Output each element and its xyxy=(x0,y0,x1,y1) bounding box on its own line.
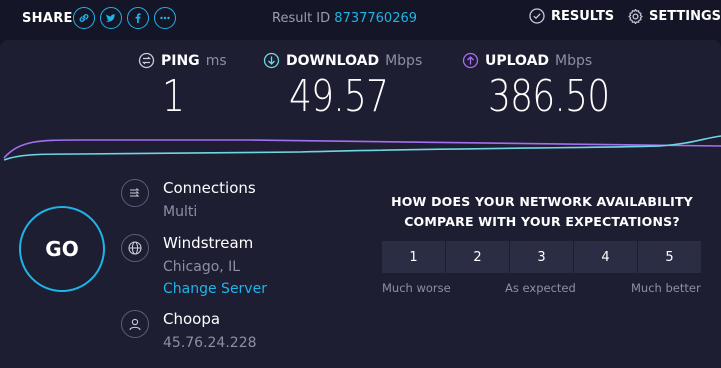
speedtest-panel: PING ms 1 DOWNLOAD Mbps 49.57 UPLOAD Mbp… xyxy=(0,40,721,368)
result-id-link[interactable]: 8737760269 xyxy=(334,11,417,26)
settings-button[interactable]: SETTINGS xyxy=(627,8,721,25)
go-button[interactable]: GO xyxy=(19,206,105,292)
connections-info: Connections Multi xyxy=(121,179,256,221)
result-id-label: Result ID xyxy=(272,11,331,26)
host-info: Windstream Chicago, IL Change Server xyxy=(121,234,267,298)
upload-value: 386.50 xyxy=(488,71,610,122)
rating-low-label: Much worse xyxy=(382,281,451,295)
download-metric: DOWNLOAD Mbps 49.57 xyxy=(263,52,422,122)
upload-label: UPLOAD xyxy=(485,52,550,69)
results-button[interactable]: RESULTS xyxy=(529,8,614,24)
ping-value: 1 xyxy=(162,71,185,122)
download-label: DOWNLOAD xyxy=(286,52,380,69)
provider-info: Choopa 45.76.24.228 xyxy=(121,310,257,352)
more-icon[interactable] xyxy=(154,7,176,29)
share-icons xyxy=(73,7,176,29)
settings-label: SETTINGS xyxy=(649,9,721,24)
share-label: SHARE xyxy=(22,11,73,26)
gear-icon xyxy=(628,8,643,25)
top-bar: SHARE Result ID 8737760269 RESULTS SETTI… xyxy=(0,0,721,38)
speed-graph xyxy=(3,135,721,161)
survey-question: HOW DOES YOUR NETWORK AVAILABILITY COMPA… xyxy=(391,194,693,229)
connections-title: Connections xyxy=(163,179,256,197)
download-value: 49.57 xyxy=(289,71,389,122)
download-icon xyxy=(263,52,280,69)
user-icon xyxy=(121,310,149,338)
rating-option-3[interactable]: 3 xyxy=(510,241,573,273)
connections-value: Multi xyxy=(163,204,198,220)
upload-icon xyxy=(462,52,479,69)
host-location: Chicago, IL xyxy=(163,259,241,275)
ping-metric: PING ms 1 xyxy=(138,52,227,122)
results-label: RESULTS xyxy=(551,8,615,24)
globe-icon xyxy=(121,234,149,262)
link-icon[interactable] xyxy=(73,7,95,29)
ping-label: PING xyxy=(161,52,200,69)
rating-option-2[interactable]: 2 xyxy=(446,241,509,273)
rating-option-5[interactable]: 5 xyxy=(638,241,701,273)
ping-icon xyxy=(138,52,155,69)
result-id: Result ID 8737760269 xyxy=(272,11,417,26)
provider-title: Choopa xyxy=(163,310,221,328)
host-title: Windstream xyxy=(163,234,254,252)
provider-ip: 45.76.24.228 xyxy=(163,335,257,351)
download-unit: Mbps xyxy=(385,52,423,69)
change-server-link[interactable]: Change Server xyxy=(163,280,267,298)
upload-line xyxy=(3,139,721,159)
connections-icon xyxy=(121,179,149,207)
upload-metric: UPLOAD Mbps 386.50 xyxy=(462,52,636,122)
twitter-icon[interactable] xyxy=(100,7,122,29)
rating-option-4[interactable]: 4 xyxy=(574,241,637,273)
ping-unit: ms xyxy=(205,52,227,69)
rating-mid-label: As expected xyxy=(505,281,576,295)
rating-option-1[interactable]: 1 xyxy=(382,241,445,273)
check-circle-icon xyxy=(529,8,545,24)
rating-scale: 1 2 3 4 5 xyxy=(382,241,701,273)
rating-high-label: Much better xyxy=(631,281,701,295)
facebook-icon[interactable] xyxy=(127,7,149,29)
upload-unit: Mbps xyxy=(555,52,593,69)
